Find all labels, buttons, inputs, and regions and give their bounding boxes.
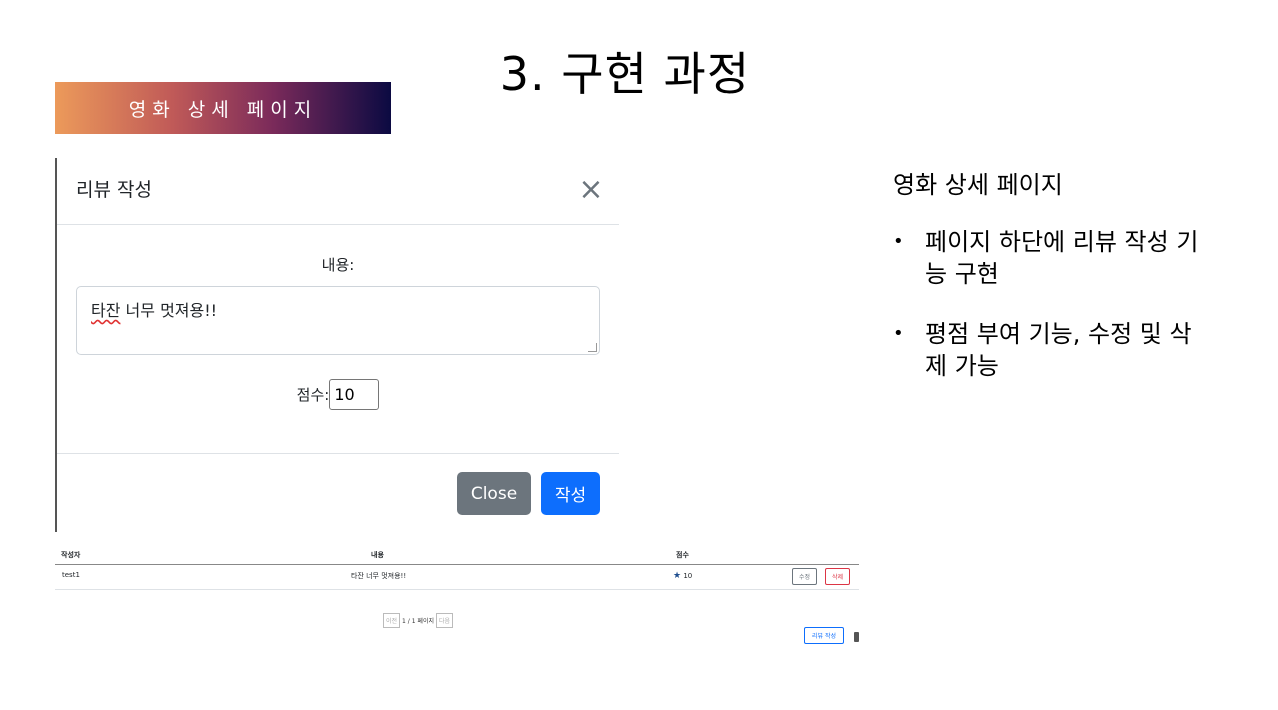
resize-grip-icon[interactable] <box>588 343 597 352</box>
row-content: 타잔 너무 멋져용!! <box>351 572 407 580</box>
column-header-score: 점수 <box>676 551 689 559</box>
content-label: 내용: <box>321 256 355 274</box>
score-row: 점수: 10 <box>57 379 619 410</box>
review-table-screenshot: 작성자 내용 점수 test1 타잔 너무 멋져용!! ★ 10 수정 삭제 이… <box>55 545 859 655</box>
column-header-author: 작성자 <box>61 551 81 559</box>
close-button[interactable]: Close <box>457 472 531 515</box>
modal-header: 리뷰 작성 × <box>57 158 619 225</box>
close-icon[interactable]: × <box>577 175 605 205</box>
row-author: test1 <box>62 571 80 579</box>
column-header-content: 내용 <box>371 551 384 559</box>
row-divider <box>55 589 859 590</box>
row-score: ★ 10 <box>673 571 692 581</box>
write-review-button[interactable]: 리뷰 작성 <box>804 627 844 644</box>
score-label: 점수: <box>296 386 330 404</box>
star-icon: ★ <box>673 571 682 581</box>
feature-bullets: 페이지 하단에 리뷰 작성 기능 구현 평점 부여 기능, 수정 및 삭제 가능 <box>893 226 1213 410</box>
side-heading: 영화 상세 페이지 <box>893 171 1063 199</box>
review-modal-screenshot: 리뷰 작성 × 내용: 타잔 너무 멋져용!! 점수: 10 Close 작성 <box>55 158 619 532</box>
modal-footer-divider <box>57 453 619 455</box>
score-input[interactable]: 10 <box>329 379 380 410</box>
bullet-item: 평점 부여 기능, 수정 및 삭제 가능 <box>893 318 1213 382</box>
row-score-value: 10 <box>683 572 693 580</box>
delete-button[interactable]: 삭제 <box>825 568 850 585</box>
prev-page-button[interactable]: 이전 <box>383 613 401 628</box>
cropped-button <box>854 632 859 642</box>
header-divider <box>55 564 859 565</box>
next-page-button[interactable]: 다음 <box>436 613 454 628</box>
section-banner: 영화 상세 페이지 <box>55 82 391 134</box>
submit-button[interactable]: 작성 <box>541 472 600 515</box>
content-text-rest: 너무 멋져용!! <box>120 301 218 320</box>
page-status: 1 / 1 페이지 <box>402 618 434 625</box>
misspelled-word: 타잔 <box>91 301 121 320</box>
edit-button[interactable]: 수정 <box>792 568 817 585</box>
pagination: 이전 1 / 1 페이지 다음 <box>383 613 454 628</box>
bullet-item: 페이지 하단에 리뷰 작성 기능 구현 <box>893 226 1213 290</box>
modal-title: 리뷰 작성 <box>76 179 152 201</box>
content-textarea[interactable]: 타잔 너무 멋져용!! <box>76 286 600 355</box>
